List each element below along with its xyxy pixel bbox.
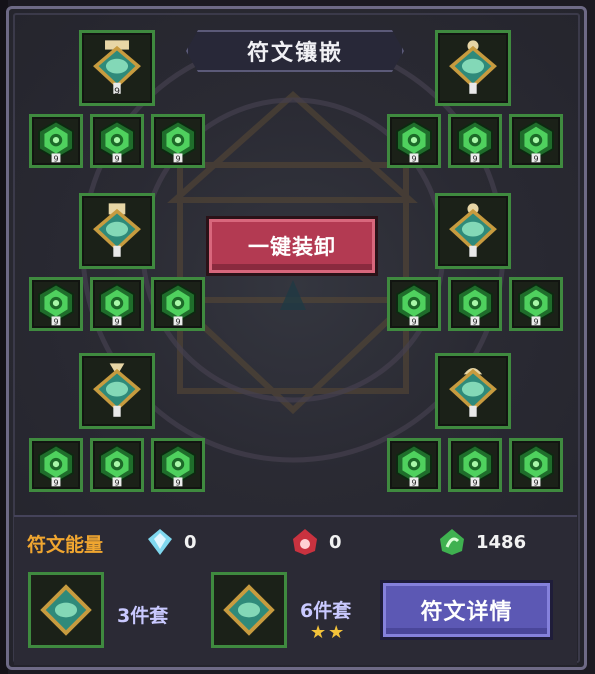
green-rune-gem-icon: 9 [99,120,135,163]
green-rune-gem-icon: 9 [38,444,74,487]
green-rune-gem-icon: 9 [99,444,135,487]
set-stars: ★★ [310,622,347,643]
rune-level: 9 [114,317,119,326]
green-rune-gem-icon: 9 [518,120,554,163]
rune-level: 9 [114,154,119,163]
rune-slot-small[interactable]: 9 [29,114,83,168]
rune-slot-main[interactable] [79,353,155,429]
rune-slot-small[interactable]: 9 [90,277,144,331]
rune-slot-main[interactable] [435,353,511,429]
rune-level: 9 [411,317,416,326]
svg-text:9: 9 [114,86,120,97]
spiral-rune-medallion-icon [93,203,141,257]
blue-crystal-icon [148,529,172,555]
rune-slot-main[interactable] [79,193,155,269]
green-rune-gem-icon: 9 [99,283,135,326]
rune-level: 9 [472,478,477,487]
spiral-rune-medallion-icon: 9 [93,40,141,97]
rune-slot-small[interactable]: 9 [151,277,205,331]
red-flame-icon [293,529,317,555]
rune-level: 9 [114,478,119,487]
green-rune-gem-icon: 9 [38,120,74,163]
rune-details-button[interactable]: 符文详情 [380,580,553,640]
set-label-3: 3件套 [117,605,169,627]
rune-slot-small[interactable]: 9 [29,438,83,492]
rune-slot-small[interactable]: 9 [448,277,502,331]
rune-slot-small[interactable]: 9 [90,438,144,492]
rune-slot-small[interactable]: 9 [509,438,563,492]
green-rune-gem-icon: 9 [160,444,196,487]
rune-level: 9 [472,154,477,163]
rune-slot-small[interactable]: 9 [29,277,83,331]
rune-level: 9 [472,317,477,326]
rune-level: 9 [53,478,58,487]
energy-label: 符文能量 [27,534,104,556]
rune-slot-small[interactable]: 9 [90,114,144,168]
page-title: 符文镶嵌 [186,30,404,72]
resource-leaf: 1486 [438,526,526,558]
set-label-6: 6件套 [300,600,352,622]
green-rune-gem-icon: 9 [457,283,493,326]
rune-slot-main[interactable] [435,30,511,106]
rune-slot-small[interactable]: 9 [387,114,441,168]
green-leaf-icon [440,529,464,555]
green-rune-gem-icon: 9 [457,120,493,163]
set-bonus-slot[interactable] [28,572,104,648]
green-rune-gem-icon: 9 [396,444,432,487]
rune-slot-small[interactable]: 9 [151,438,205,492]
rune-slot-small[interactable]: 9 [509,277,563,331]
green-rune-gem-icon: 9 [160,120,196,163]
rune-level: 9 [533,154,538,163]
rune-slot-small[interactable]: 9 [387,277,441,331]
rune-slot-small[interactable]: 9 [151,114,205,168]
spiral-rune-medallion-icon [93,363,141,417]
spiral-rune-medallion-icon [223,584,275,636]
rune-level: 9 [533,317,538,326]
rune-slot-small[interactable]: 9 [448,114,502,168]
rune-slot-small[interactable]: 9 [509,114,563,168]
rune-level: 9 [175,154,180,163]
rune-level: 9 [175,317,180,326]
rune-slot-small[interactable]: 9 [387,438,441,492]
rune-level: 9 [533,478,538,487]
green-rune-gem-icon: 9 [518,283,554,326]
rune-level: 9 [53,154,58,163]
rune-level: 9 [411,154,416,163]
rune-level: 9 [411,478,416,487]
rune-slot-small[interactable]: 9 [448,438,502,492]
green-rune-gem-icon: 9 [518,444,554,487]
green-rune-gem-icon: 9 [160,283,196,326]
green-rune-gem-icon: 9 [396,120,432,163]
spiral-rune-medallion-icon [449,203,497,257]
spiral-rune-medallion-icon [449,40,497,94]
green-rune-gem-icon: 9 [457,444,493,487]
set-bonus-slot[interactable] [211,572,287,648]
spiral-rune-medallion-icon [40,584,92,636]
resource-flame: 0 [291,526,342,558]
green-rune-gem-icon: 9 [38,283,74,326]
green-rune-gem-icon: 9 [396,283,432,326]
unequip-all-button[interactable]: 一键装卸 [206,216,378,276]
resource-crystal: 0 [146,526,197,558]
rune-slot-main[interactable]: 9 [79,30,155,106]
rune-level: 9 [175,478,180,487]
rune-slot-main[interactable] [435,193,511,269]
rune-level: 9 [53,317,58,326]
spiral-rune-medallion-icon [449,367,497,417]
